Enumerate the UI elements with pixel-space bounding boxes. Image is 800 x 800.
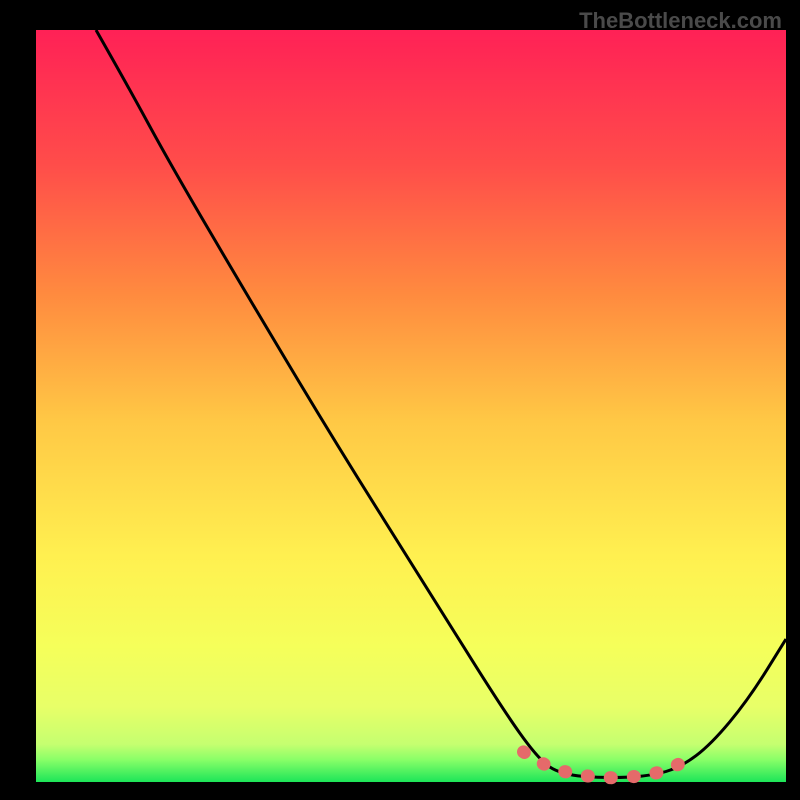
chart-svg [0, 0, 800, 800]
watermark-text: TheBottleneck.com [579, 8, 782, 34]
chart-container: TheBottleneck.com [0, 0, 800, 800]
chart-plot-area [36, 30, 786, 782]
